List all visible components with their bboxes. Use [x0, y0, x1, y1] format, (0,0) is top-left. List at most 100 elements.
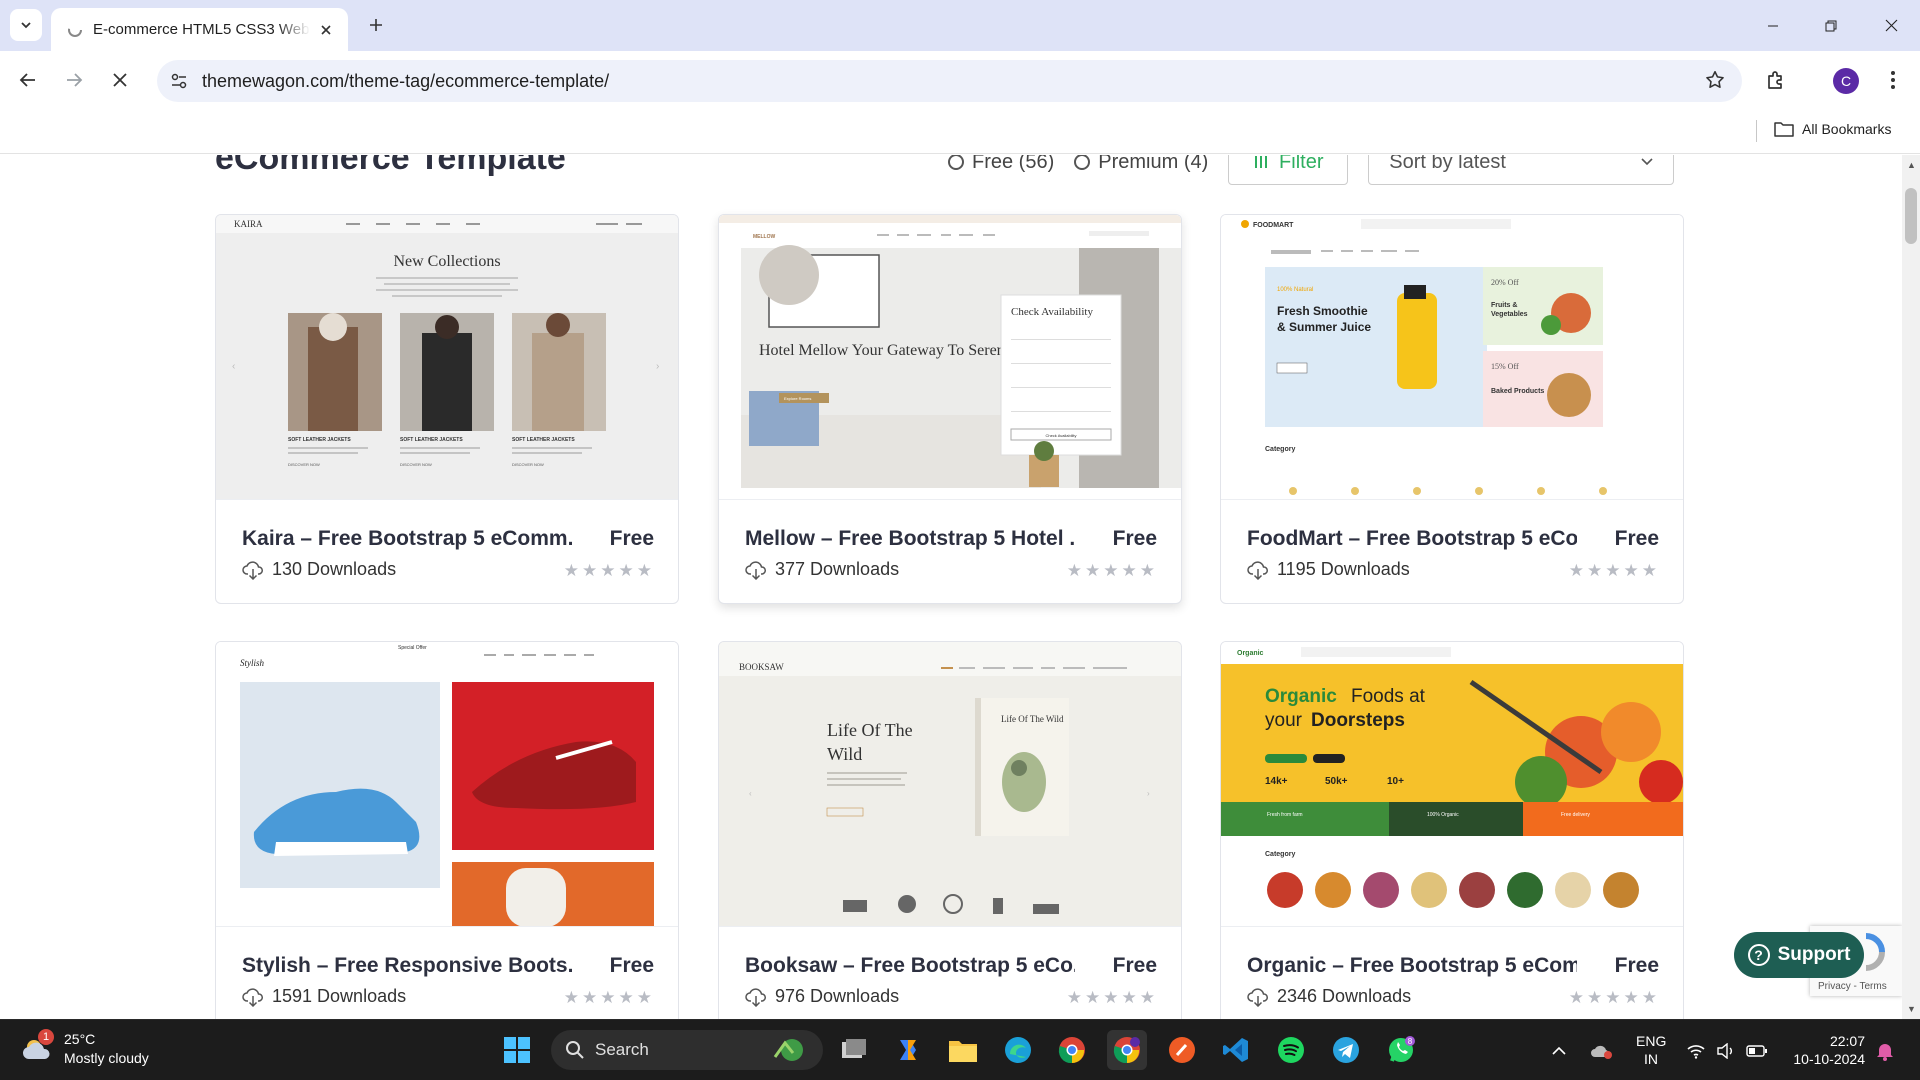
filter-button[interactable]: Filter	[1228, 155, 1349, 185]
taskbar-clock[interactable]: 22:07 10-10-2024	[1785, 1032, 1865, 1068]
profile-avatar[interactable]: C	[1833, 68, 1859, 94]
site-settings-icon[interactable]	[167, 69, 191, 93]
download-cloud-icon	[1247, 560, 1268, 580]
star-icon: ★	[618, 988, 634, 1007]
rating-stars: ★ ★ ★ ★ ★	[1067, 561, 1155, 581]
volume-tray-icon[interactable]	[1716, 1020, 1736, 1080]
windows-taskbar: 1 25°C Mostly cloudy Search 8 ENG IN 22:…	[0, 1019, 1920, 1080]
support-button[interactable]: ? Support	[1734, 932, 1864, 978]
template-thumbnail[interactable]: BOOKSAW Life Of The Wild Life Of The Wil…	[719, 642, 1181, 927]
edge-icon	[1005, 1037, 1031, 1063]
template-name[interactable]: Mellow – Free Bootstrap 5 Hotel ...	[745, 527, 1075, 551]
scrollbar-thumb[interactable]	[1905, 188, 1917, 244]
template-thumbnail[interactable]: Organic Organic Foods at your Doorsteps …	[1221, 642, 1683, 927]
star-icon: ★	[618, 561, 634, 580]
tab-search-dropdown[interactable]	[10, 9, 42, 41]
download-count: 377 Downloads	[745, 559, 899, 580]
organic-brand: Organic	[1237, 650, 1264, 657]
scroll-down-icon[interactable]: ▼	[1907, 1004, 1916, 1014]
template-name[interactable]: Kaira – Free Bootstrap 5 eComm...	[242, 527, 572, 551]
language-code: ENG	[1636, 1033, 1667, 1049]
extensions-button[interactable]	[1757, 61, 1795, 99]
free-filter-radio[interactable]: Free (56)	[948, 155, 1054, 174]
download-count: 2346 Downloads	[1247, 986, 1411, 1007]
tray-overflow-button[interactable]	[1552, 1020, 1566, 1080]
download-count-label: 2346 Downloads	[1277, 986, 1412, 1006]
template-card-organic[interactable]: Organic Organic Foods at your Doorsteps …	[1220, 641, 1684, 1019]
rating-stars: ★ ★ ★ ★ ★	[1569, 988, 1657, 1008]
restore-button[interactable]	[1802, 0, 1860, 51]
copilot-app[interactable]	[888, 1030, 928, 1070]
task-view-button[interactable]	[834, 1030, 874, 1070]
bookmark-star-icon[interactable]	[1704, 69, 1728, 93]
template-card-booksaw[interactable]: BOOKSAW Life Of The Wild Life Of The Wil…	[718, 641, 1182, 1019]
weather-widget[interactable]: 1 25°C Mostly cloudy	[20, 1029, 149, 1068]
notifications-button[interactable]	[1876, 1020, 1894, 1080]
template-card-mellow[interactable]: MELLOW Hotel Mellow Your Gateway To Sere…	[718, 214, 1182, 604]
star-icon: ★	[636, 561, 652, 580]
back-button[interactable]	[9, 61, 47, 99]
star-icon: ★	[1587, 561, 1603, 580]
sort-select-value: Sort by latest	[1389, 155, 1506, 173]
download-count-label: 130 Downloads	[272, 559, 397, 579]
template-thumbnail[interactable]: KAIRA New Collections SOFT LEATHER JACKE…	[216, 215, 678, 500]
folder-icon	[1774, 122, 1794, 137]
spotify-app[interactable]	[1271, 1030, 1311, 1070]
file-explorer-app[interactable]	[943, 1030, 983, 1070]
start-button[interactable]	[497, 1030, 537, 1070]
template-card-kaira[interactable]: KAIRA New Collections SOFT LEATHER JACKE…	[215, 214, 679, 604]
wifi-tray-icon[interactable]	[1686, 1020, 1706, 1080]
url-text[interactable]: themewagon.com/theme-tag/ecommerce-templ…	[202, 71, 609, 92]
address-bar[interactable]: themewagon.com/theme-tag/ecommerce-templ…	[157, 60, 1742, 102]
template-name[interactable]: FoodMart – Free Bootstrap 5 eCo...	[1247, 527, 1577, 551]
stop-loading-button[interactable]	[101, 61, 139, 99]
telegram-app[interactable]	[1326, 1030, 1366, 1070]
star-icon: ★	[563, 561, 579, 580]
template-price: Free	[1112, 954, 1157, 977]
whatsapp-app[interactable]: 8	[1381, 1030, 1421, 1070]
close-tab-icon[interactable]	[316, 20, 336, 40]
telegram-icon	[1333, 1037, 1359, 1063]
star-icon: ★	[582, 561, 598, 580]
kaira-heading: New Collections	[393, 253, 500, 270]
template-card-foodmart[interactable]: FOODMART 100% Natural Fresh Smoothie & S…	[1220, 214, 1684, 604]
page-scrollbar[interactable]: ▲ ▼	[1902, 155, 1920, 1019]
browser-tab[interactable]: E-commerce HTML5 CSS3 Website Templates	[51, 8, 348, 51]
weather-status: Mostly cloudy	[64, 1050, 149, 1066]
premium-filter-radio[interactable]: Premium (4)	[1074, 155, 1208, 174]
sort-select[interactable]: Sort by latest	[1368, 155, 1675, 185]
template-thumbnail[interactable]: FOODMART 100% Natural Fresh Smoothie & S…	[1221, 215, 1683, 500]
clock-date: 10-10-2024	[1793, 1051, 1865, 1067]
template-name[interactable]: Stylish – Free Responsive Boots...	[242, 954, 572, 978]
taskbar-search[interactable]: Search	[551, 1030, 823, 1070]
template-thumbnail[interactable]: Special Offer Stylish	[216, 642, 678, 927]
download-count: 130 Downloads	[242, 559, 396, 580]
postman-app[interactable]	[1162, 1030, 1202, 1070]
close-window-button[interactable]	[1862, 0, 1920, 51]
chrome-app[interactable]	[1052, 1030, 1092, 1070]
download-count-label: 976 Downloads	[775, 986, 900, 1006]
new-tab-button[interactable]	[362, 11, 390, 39]
chrome-profile-app[interactable]	[1107, 1030, 1147, 1070]
scroll-up-icon[interactable]: ▲	[1907, 160, 1916, 170]
browser-menu-button[interactable]	[1874, 61, 1912, 99]
star-icon: ★	[1641, 561, 1657, 580]
all-bookmarks-button[interactable]: All Bookmarks	[1774, 121, 1891, 137]
vscode-app[interactable]	[1216, 1030, 1256, 1070]
edge-app[interactable]	[998, 1030, 1038, 1070]
chevron-down-icon	[21, 22, 31, 29]
template-name[interactable]: Organic – Free Bootstrap 5 eCom...	[1247, 954, 1577, 978]
input-language[interactable]: ENG IN	[1636, 1032, 1666, 1068]
kaira-link-2: DISCOVER NOW	[400, 462, 432, 467]
template-card-stylish[interactable]: Special Offer Stylish Stylish – Free Res…	[215, 641, 679, 1019]
template-thumbnail[interactable]: MELLOW Hotel Mellow Your Gateway To Sere…	[719, 215, 1181, 500]
minimize-button[interactable]	[1744, 0, 1802, 51]
battery-icon	[1746, 1044, 1767, 1057]
kaira-caption-3: SOFT LEATHER JACKETS	[512, 437, 575, 443]
battery-tray-icon[interactable]	[1746, 1020, 1768, 1080]
onedrive-tray-icon[interactable]	[1590, 1020, 1614, 1080]
forward-button[interactable]	[55, 61, 93, 99]
weather-badge: 1	[38, 1029, 54, 1045]
template-name[interactable]: Booksaw – Free Bootstrap 5 eCo...	[745, 954, 1075, 978]
recaptcha-text[interactable]: Privacy - Terms	[1818, 981, 1887, 992]
